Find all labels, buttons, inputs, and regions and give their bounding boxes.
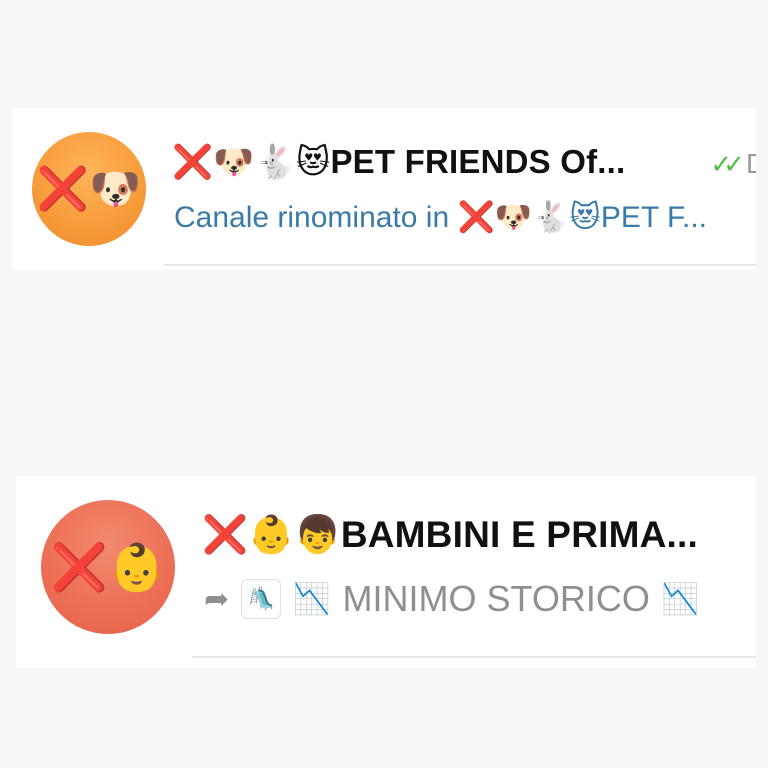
forward-arrow-icon: ➦ bbox=[204, 582, 230, 616]
chat-time: Do bbox=[746, 148, 756, 180]
chat-last-message: ➦ 🛝 📉 MINIMO STORICO 📉 bbox=[204, 578, 699, 620]
chat-row-bambini[interactable]: ❌👶 ❌👶👦BAMBINI E PRIMA... ➦ 🛝 📉 MINIMO ST… bbox=[16, 476, 756, 668]
chat-title-text: BAMBINI E PRIMA... bbox=[340, 514, 698, 555]
last-message-text: MINIMO STORICO bbox=[342, 578, 650, 619]
row-divider bbox=[164, 264, 756, 266]
chat-avatar[interactable]: ❌🐶 bbox=[32, 132, 146, 246]
chat-title: ❌🐶🐇😻PET FRIENDS Of... bbox=[172, 142, 625, 182]
chat-avatar[interactable]: ❌👶 bbox=[41, 500, 175, 634]
last-message-text-end: PET F... bbox=[600, 201, 707, 234]
last-message-text: Canale rinominato in bbox=[174, 201, 458, 234]
chat-title-text: PET FRIENDS Of... bbox=[330, 143, 626, 180]
trampoline-thumbnail[interactable]: 🛝 bbox=[241, 579, 282, 619]
chat-list-screenshot: ❌🐶 ❌🐶🐇😻PET FRIENDS Of... ✓✓ Do Canale ri… bbox=[0, 0, 768, 768]
double-check-icon: ✓✓ bbox=[710, 148, 744, 179]
title-emoji-icon: ❌👶👦 bbox=[202, 514, 341, 555]
title-emoji-icon: ❌🐶🐇😻 bbox=[172, 143, 331, 180]
chat-title: ❌👶👦BAMBINI E PRIMA... bbox=[202, 514, 698, 557]
avatar-emoji-icon: ❌👶 bbox=[50, 541, 166, 593]
last-message-emoji-icon: ❌🐶🐇😻 bbox=[457, 201, 601, 234]
chat-row-pet-friends[interactable]: ❌🐶 ❌🐶🐇😻PET FRIENDS Of... ✓✓ Do Canale ri… bbox=[12, 108, 756, 270]
chat-meta: ✓✓ Do bbox=[710, 148, 756, 180]
chat-last-message: Canale rinominato in ❌🐶🐇😻PET F... bbox=[174, 200, 707, 235]
chart-decreasing-icon: 📉 bbox=[293, 582, 331, 616]
avatar-emoji-icon: ❌🐶 bbox=[36, 165, 142, 212]
chart-decreasing-icon: 📉 bbox=[661, 582, 700, 616]
row-divider bbox=[192, 656, 756, 658]
